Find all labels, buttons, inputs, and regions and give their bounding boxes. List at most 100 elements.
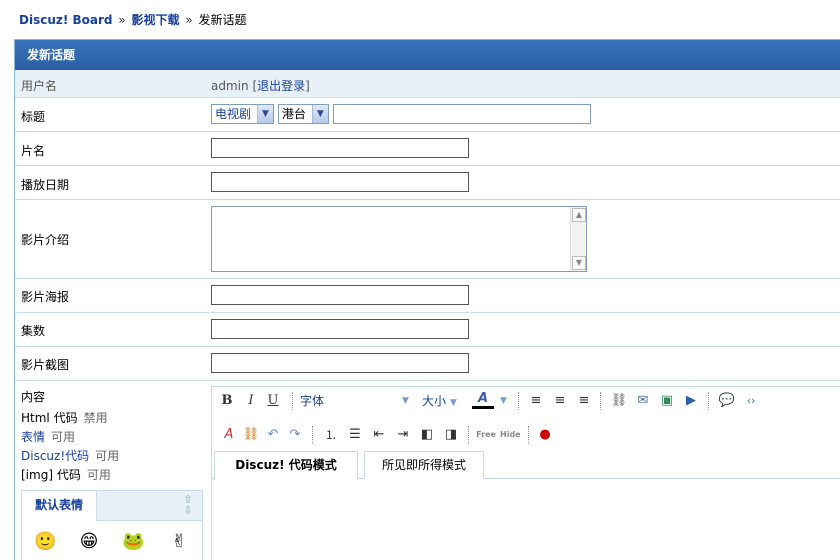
post-rules: Html 代码 禁用 表情 可用 Discuz!代码 可用 [img] 代码 可用 xyxy=(21,409,119,485)
font-size-select[interactable]: 大小 ▼ xyxy=(422,391,457,411)
intro-textarea[interactable]: ▲ ▼ xyxy=(211,206,587,272)
rule-status: 可用 xyxy=(51,430,76,444)
editor-toolbar-row-2: A ⛓ ↶ ↷ ⒈ ☰ ⇤ ⇥ ◧ ◨ Free Hide ● xyxy=(216,423,840,447)
poster-input[interactable] xyxy=(211,285,469,305)
float-left-icon[interactable]: ◧ xyxy=(418,425,436,445)
episodes-label: 集数 xyxy=(21,324,46,338)
rule-status: 可用 xyxy=(86,468,111,482)
title-row: 标题 电视剧 ▼ 港台 ▼ xyxy=(15,98,840,132)
undo-icon[interactable]: ↶ xyxy=(264,425,282,445)
italic-icon[interactable]: I xyxy=(244,391,258,411)
unordered-list-icon[interactable]: ☰ xyxy=(346,425,364,445)
screenshot-row: 影片截图 xyxy=(15,347,840,381)
font-label: 字体 xyxy=(300,394,325,408)
rule-name: Html 代码 xyxy=(21,411,78,425)
intro-row: 影片介绍 ▲ ▼ xyxy=(15,200,840,279)
editor-toolbar-row-1: B I U 字体 ▼ 大小 ▼ A ▼ ≡ ≡ ≡ ⛓ ✉ ▣ ▶ 💬 ‹› xyxy=(216,389,840,413)
type-select[interactable]: 电视剧 ▼ xyxy=(211,104,274,124)
chevron-down-icon: ▼ xyxy=(257,105,273,123)
rule-name: [img] 代码 xyxy=(21,468,81,482)
user-row: 用户名 admin [退出登录] xyxy=(15,70,840,98)
rule-smilies: 表情 可用 xyxy=(21,428,119,447)
poster-row: 影片海报 xyxy=(15,279,840,313)
breadcrumb-separator: » xyxy=(185,13,193,27)
unlink-icon[interactable]: ⛓ xyxy=(242,425,260,445)
remove-format-icon[interactable]: A xyxy=(220,425,238,445)
rule-html: Html 代码 禁用 xyxy=(21,409,119,428)
username: admin xyxy=(211,79,249,93)
tab-wysiwyg-mode[interactable]: 所见即所得模式 xyxy=(364,451,484,479)
chevron-down-icon[interactable]: ▼ xyxy=(500,391,507,411)
chevron-down-icon: ▼ xyxy=(311,105,328,123)
font-family-select[interactable]: 字体 xyxy=(300,391,324,411)
align-center-icon[interactable]: ≡ xyxy=(552,391,568,411)
screenshot-label: 影片截图 xyxy=(21,358,70,372)
smile-icon[interactable]: 🙂 xyxy=(34,531,56,553)
post-editor: B I U 字体 ▼ 大小 ▼ A ▼ ≡ ≡ ≡ ⛓ ✉ ▣ ▶ 💬 ‹› A… xyxy=(211,386,840,560)
outdent-icon[interactable]: ⇤ xyxy=(370,425,388,445)
victory-icon[interactable]: ✌ xyxy=(168,531,190,553)
type-select-value: 电视剧 xyxy=(215,107,252,121)
rule-name[interactable]: Discuz!代码 xyxy=(21,449,89,463)
intro-label: 影片介绍 xyxy=(21,233,70,247)
title-input[interactable] xyxy=(332,104,591,124)
smilies-pager-icon[interactable]: ⇧ ⇩ xyxy=(178,494,198,516)
underline-icon[interactable]: U xyxy=(266,391,280,411)
link-icon[interactable]: ⛓ xyxy=(610,391,628,411)
logout-link[interactable]: 退出登录 xyxy=(257,79,305,93)
breadcrumb-home-link[interactable]: Discuz! Board xyxy=(19,13,113,27)
rule-discuz-code: Discuz!代码 可用 xyxy=(21,447,119,466)
new-topic-form: 发新话题 用户名 admin [退出登录] 标题 电视剧 ▼ 港台 ▼ 片名 播… xyxy=(14,39,840,560)
tab-code-mode[interactable]: Discuz! 代码模式 xyxy=(214,451,358,480)
breadcrumb-separator: » xyxy=(118,13,126,27)
frog-icon[interactable]: 🐸 xyxy=(122,531,144,553)
episodes-row: 集数 xyxy=(15,313,840,347)
quote-icon[interactable]: 💬 xyxy=(718,391,736,411)
font-color-icon[interactable]: A xyxy=(472,391,494,409)
ordered-list-icon[interactable]: ⒈ xyxy=(322,425,340,445)
float-right-icon[interactable]: ◨ xyxy=(442,425,460,445)
film-name-row: 片名 xyxy=(15,132,840,166)
air-date-label: 播放日期 xyxy=(21,178,70,192)
align-right-icon[interactable]: ≡ xyxy=(576,391,592,411)
title-fields: 电视剧 ▼ 港台 ▼ xyxy=(211,104,591,124)
user-info: admin [退出登录] xyxy=(211,77,310,94)
qq-icon[interactable]: ● xyxy=(536,425,554,445)
email-icon[interactable]: ✉ xyxy=(634,391,652,411)
editor-mode-tabs: Discuz! 代码模式 所见即所得模式 xyxy=(212,451,840,480)
form-header: 发新话题 xyxy=(15,40,840,70)
rule-name[interactable]: 表情 xyxy=(21,430,45,444)
content-label: 内容 xyxy=(21,390,46,404)
align-left-icon[interactable]: ≡ xyxy=(528,391,544,411)
image-icon[interactable]: ▣ xyxy=(658,391,676,411)
redo-icon[interactable]: ↷ xyxy=(286,425,304,445)
episodes-input[interactable] xyxy=(211,319,469,339)
screenshot-input[interactable] xyxy=(211,353,469,373)
air-date-input[interactable] xyxy=(211,172,469,192)
media-icon[interactable]: ▶ xyxy=(682,391,700,411)
scroll-up-icon[interactable]: ▲ xyxy=(572,208,586,222)
film-name-label: 片名 xyxy=(21,144,46,158)
breadcrumb-forum-link[interactable]: 影视下载 xyxy=(132,13,180,27)
air-date-row: 播放日期 xyxy=(15,166,840,200)
title-label: 标题 xyxy=(21,110,46,124)
intro-scrollbar[interactable]: ▲ ▼ xyxy=(570,207,586,271)
indent-icon[interactable]: ⇥ xyxy=(394,425,412,445)
code-icon[interactable]: ‹› xyxy=(742,391,760,411)
scroll-down-icon[interactable]: ▼ xyxy=(572,256,586,270)
rule-img-code: [img] 代码 可用 xyxy=(21,466,119,485)
breadcrumb: Discuz! Board » 影视下载 » 发新话题 xyxy=(19,11,247,28)
grin-icon[interactable]: 😁 xyxy=(78,531,100,553)
hide-icon[interactable]: Hide xyxy=(500,425,521,445)
smilies-panel: 默认表情 ⇧ ⇩ 🙂 😁 🐸 ✌ xyxy=(21,490,203,560)
region-select-value: 港台 xyxy=(281,107,306,121)
breadcrumb-current: 发新话题 xyxy=(198,13,247,27)
bold-icon[interactable]: B xyxy=(220,391,234,411)
smilies-tab-bar: ⇧ ⇩ xyxy=(97,491,202,521)
rule-status: 禁用 xyxy=(83,411,108,425)
region-select[interactable]: 港台 ▼ xyxy=(277,104,329,124)
film-name-input[interactable] xyxy=(211,138,469,158)
free-icon[interactable]: Free xyxy=(476,425,496,445)
smilies-tab-default[interactable]: 默认表情 xyxy=(22,491,97,521)
chevron-down-icon[interactable]: ▼ xyxy=(402,391,409,411)
